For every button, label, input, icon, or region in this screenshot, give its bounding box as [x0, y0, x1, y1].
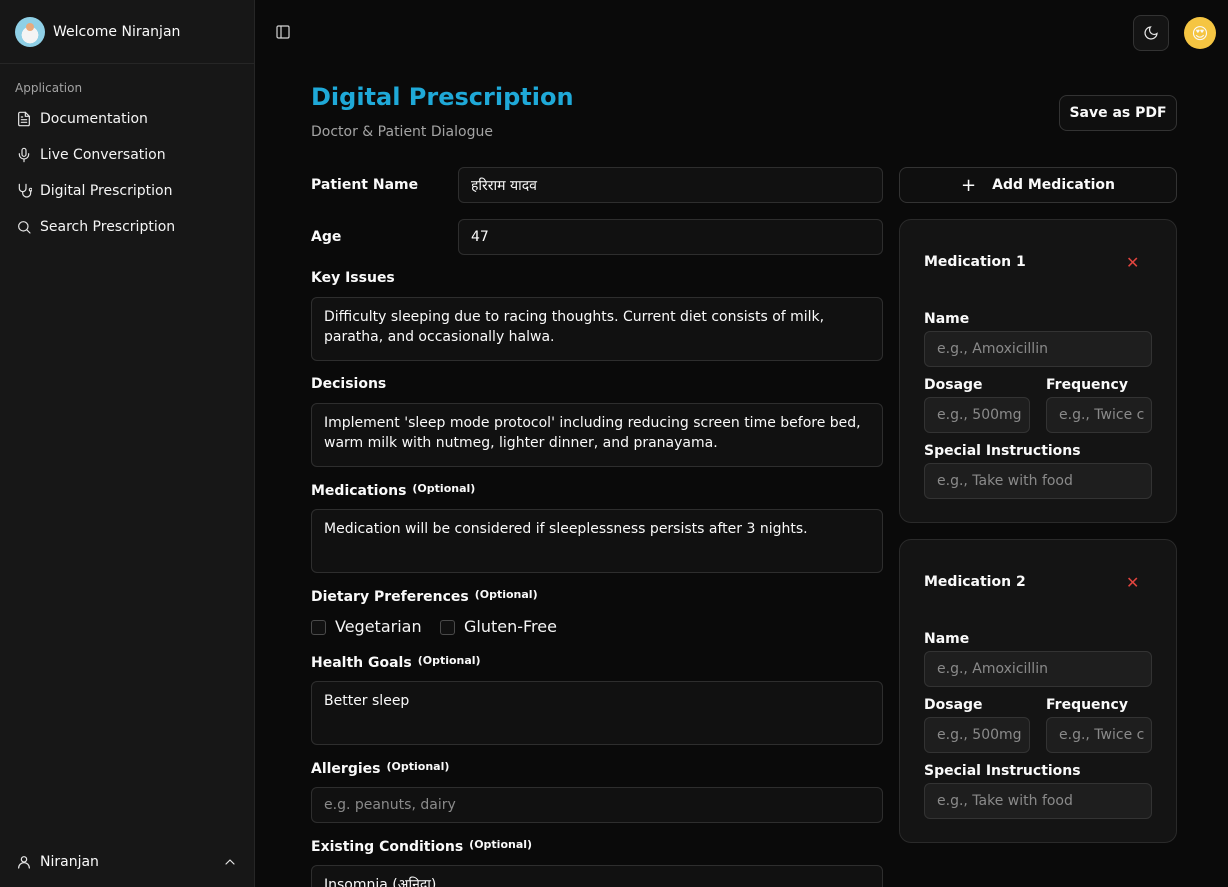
gluten-free-label[interactable]: Gluten-Free	[464, 617, 557, 636]
med-instructions-input[interactable]: e.g., Take with food	[924, 463, 1152, 499]
emoji-avatar-icon: 😍	[1191, 23, 1209, 43]
age-label: Age	[311, 229, 342, 245]
welcome-text: Welcome Niranjan	[53, 23, 181, 40]
sidebar-item-digital-prescription[interactable]: Digital Prescription	[0, 173, 254, 209]
med-frequency-input[interactable]: e.g., Twice c	[1046, 397, 1152, 433]
medication-card-title: Medication 2	[924, 574, 1026, 590]
med-frequency-label: Frequency	[1046, 697, 1128, 713]
medications-textarea[interactable]: Medication will be considered if sleeple…	[311, 509, 883, 573]
sidebar-item-search-prescription[interactable]: Search Prescription	[0, 209, 254, 245]
dietary-preferences-label: Dietary Preferences (Optional)	[311, 588, 538, 605]
existing-conditions-label: Existing Conditions (Optional)	[311, 838, 532, 855]
add-medication-button[interactable]: + Add Medication	[899, 167, 1177, 203]
sidebar-item-live-conversation[interactable]: Live Conversation	[0, 137, 254, 173]
page-title: Digital Prescription	[311, 83, 574, 111]
chevron-up-icon	[225, 859, 235, 865]
stethoscope-icon	[18, 183, 32, 198]
sidebar-item-label: Live Conversation	[40, 147, 166, 163]
med-name-input[interactable]: e.g., Amoxicillin	[924, 331, 1152, 367]
patient-name-input[interactable]: हरिराम यादव	[458, 167, 883, 203]
optional-tag: (Optional)	[469, 838, 533, 851]
decisions-label: Decisions	[311, 376, 387, 392]
close-icon[interactable]: ✕	[1126, 573, 1139, 592]
theme-toggle-button[interactable]	[1133, 15, 1169, 51]
sidebar-group-label: Application	[15, 81, 83, 95]
med-frequency-input[interactable]: e.g., Twice c	[1046, 717, 1152, 753]
med-dosage-input[interactable]: e.g., 500mg	[924, 397, 1030, 433]
med-dosage-input[interactable]: e.g., 500mg	[924, 717, 1030, 753]
save-pdf-button[interactable]: Save as PDF	[1059, 95, 1177, 131]
health-goals-label: Health Goals (Optional)	[311, 654, 481, 671]
moon-icon	[1144, 26, 1158, 40]
med-instructions-label: Special Instructions	[924, 443, 1081, 459]
vegetarian-label[interactable]: Vegetarian	[335, 617, 422, 636]
vegetarian-checkbox[interactable]	[311, 620, 326, 635]
user-avatar-button[interactable]: 😍	[1184, 17, 1216, 49]
page-subtitle: Doctor & Patient Dialogue	[311, 124, 493, 140]
sidebar-item-documentation[interactable]: Documentation	[0, 101, 254, 137]
med-dosage-label: Dosage	[924, 377, 983, 393]
med-dosage-label: Dosage	[924, 697, 983, 713]
plus-icon: +	[961, 174, 977, 196]
sidebar-item-label: Digital Prescription	[40, 183, 173, 199]
health-goals-label-text: Health Goals	[311, 655, 412, 671]
patient-name-label: Patient Name	[311, 177, 419, 193]
optional-tag: (Optional)	[417, 654, 481, 667]
medications-label: Medications (Optional)	[311, 482, 475, 499]
app-root: Welcome Niranjan Application Documentati…	[0, 0, 1228, 887]
conditions-label-text: Existing Conditions	[311, 839, 464, 855]
sidebar-item-label: Search Prescription	[40, 219, 176, 235]
existing-conditions-textarea[interactable]: Insomnia (अनिद्रा)	[311, 865, 883, 887]
medications-label-text: Medications	[311, 483, 407, 499]
search-icon	[18, 221, 31, 234]
allergies-label-text: Allergies	[311, 761, 381, 777]
avatar	[15, 16, 45, 47]
allergies-label: Allergies (Optional)	[311, 760, 449, 777]
main-content: 😍 Digital Prescription Doctor & Patient …	[255, 0, 1228, 887]
key-issues-label: Key Issues	[311, 270, 395, 286]
sidebar-item-label: Documentation	[40, 111, 148, 127]
dietary-label-text: Dietary Preferences	[311, 589, 469, 605]
sidebar: Welcome Niranjan Application Documentati…	[0, 0, 255, 887]
file-text-icon	[18, 111, 30, 127]
allergies-input[interactable]: e.g. peanuts, dairy	[311, 787, 883, 823]
med-instructions-input[interactable]: e.g., Take with food	[924, 783, 1152, 819]
medication-card: Medication 1 ✕ Name e.g., Amoxicillin Do…	[899, 219, 1177, 523]
mic-icon	[18, 147, 30, 163]
optional-tag: (Optional)	[474, 588, 538, 601]
user-icon	[18, 856, 30, 869]
footer-user-name: Niranjan	[40, 854, 99, 870]
med-name-label: Name	[924, 311, 970, 327]
sidebar-header[interactable]: Welcome Niranjan	[0, 0, 254, 64]
optional-tag: (Optional)	[412, 482, 476, 495]
med-name-input[interactable]: e.g., Amoxicillin	[924, 651, 1152, 687]
decisions-textarea[interactable]: Implement 'sleep mode protocol' includin…	[311, 403, 883, 467]
close-icon[interactable]: ✕	[1126, 253, 1139, 272]
med-name-label: Name	[924, 631, 970, 647]
sidebar-toggle-button[interactable]	[275, 24, 295, 44]
med-frequency-label: Frequency	[1046, 377, 1128, 393]
gluten-free-checkbox[interactable]	[440, 620, 455, 635]
medication-card: Medication 2 ✕ Name e.g., Amoxicillin Do…	[899, 539, 1177, 843]
health-goals-textarea[interactable]: Better sleep	[311, 681, 883, 745]
med-instructions-label: Special Instructions	[924, 763, 1081, 779]
add-medication-label: Add Medication	[992, 177, 1115, 193]
panel-left-icon	[276, 25, 290, 39]
age-input[interactable]: 47	[458, 219, 883, 255]
optional-tag: (Optional)	[386, 760, 450, 773]
medication-card-title: Medication 1	[924, 254, 1026, 270]
sidebar-user-menu[interactable]: Niranjan	[0, 845, 254, 879]
key-issues-textarea[interactable]: Difficulty sleeping due to racing though…	[311, 297, 883, 361]
